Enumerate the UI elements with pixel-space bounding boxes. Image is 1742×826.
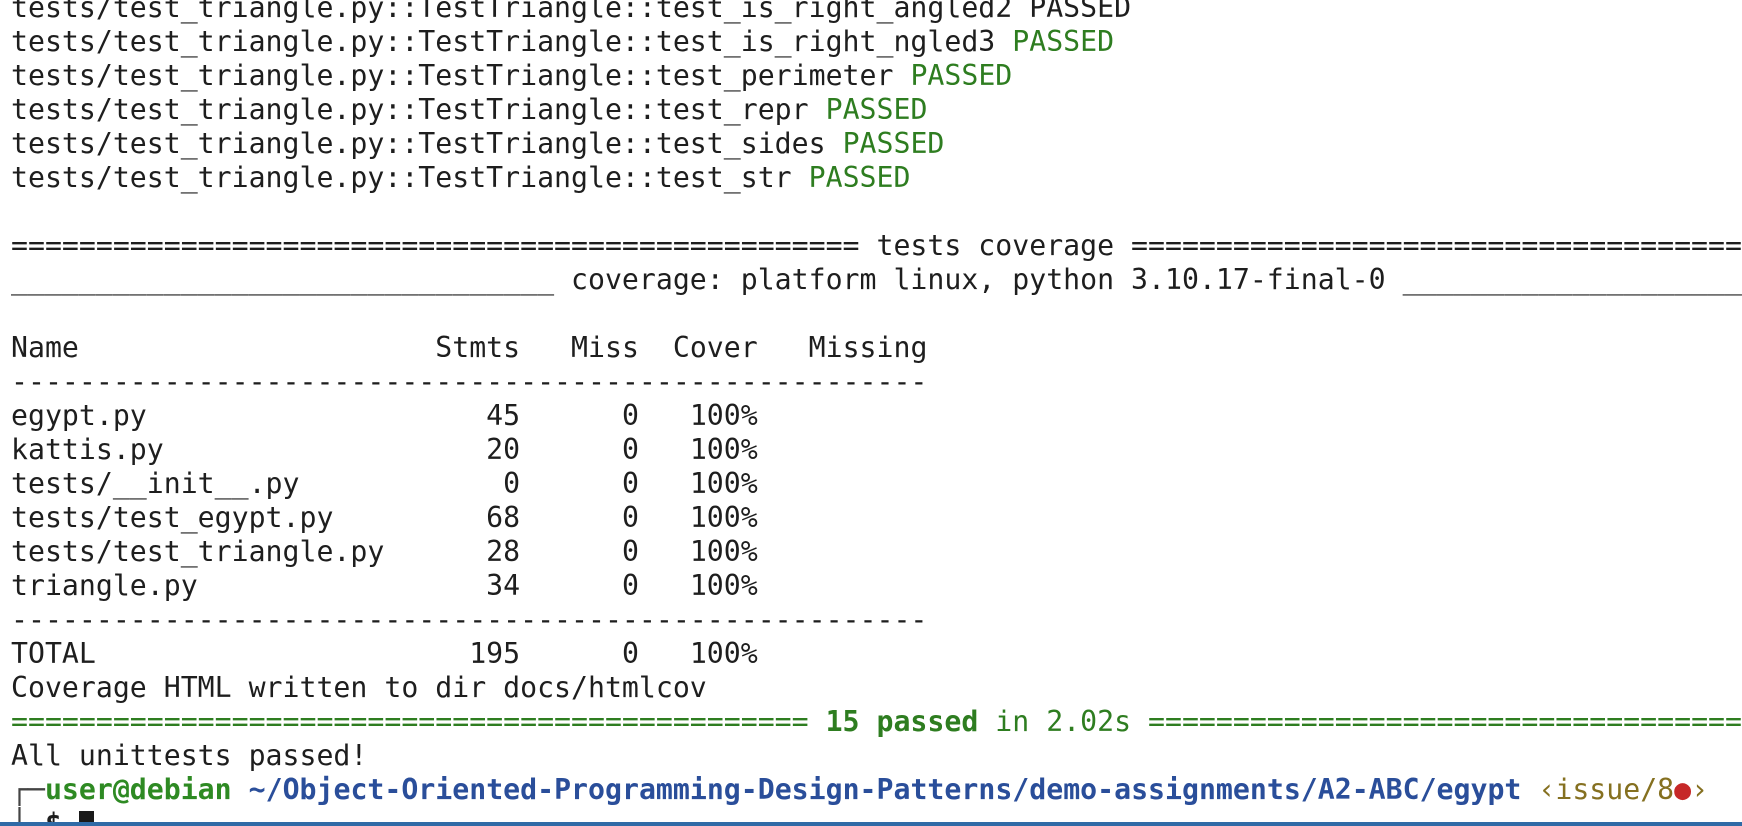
test-name: tests/test_triangle.py::TestTriangle::te… (11, 93, 809, 126)
cell-cover: 100% (638, 399, 758, 432)
cell-stmts: 45 (401, 399, 521, 432)
summary-right-rule: ========================================… (1148, 705, 1742, 738)
prompt-line: ┌─user@debian ~/Object-Oriented-Programm… (11, 773, 1742, 807)
test-status-passed: PASSED (808, 161, 911, 194)
header-cover: Cover (638, 331, 758, 364)
terminal-cursor[interactable] (78, 811, 94, 822)
prompt-input-line[interactable]: └─$ (11, 807, 1742, 822)
cell-stmts: 20 (401, 433, 521, 466)
total-cover: 100% (638, 637, 758, 670)
test-status-passed: PASSED (910, 59, 1013, 92)
summary-passed-count: 15 passed (825, 705, 979, 738)
prompt-path: ~/Object-Oriented-Programming-Design-Pat… (248, 773, 1522, 806)
test-name: tests/test_triangle.py::TestTriangle::te… (11, 59, 894, 92)
terminal-output[interactable]: tests/test_triangle.py::TestTriangle::te… (11, 0, 1742, 822)
prompt-symbol: $ (45, 807, 62, 822)
table-row: egypt.py 45 0 100% (11, 399, 1742, 433)
header-missing: Missing (757, 331, 928, 364)
test-name: tests/test_triangle.py::TestTriangle::te… (11, 161, 792, 194)
html-written-line: Coverage HTML written to dir docs/htmlco… (11, 671, 707, 704)
prompt-corner-bottom: └─ (11, 807, 45, 822)
cell-miss: 0 (520, 535, 639, 568)
total-miss: 0 (520, 637, 639, 670)
coverage-table-body: egypt.py 45 0 100% kattis.py 20 0 100% tes… (11, 399, 1742, 603)
table-separator: ----------------------------------------… (11, 603, 928, 636)
cell-name: tests/__init__.py (11, 467, 402, 500)
cell-stmts: 0 (401, 467, 521, 500)
prompt-branch: ‹issue/8 (1538, 773, 1675, 806)
cell-name: kattis.py (11, 433, 402, 466)
table-row: tests/test_triangle.py 28 0 100% (11, 535, 1742, 569)
test-results-list: tests/test_triangle.py::TestTriangle::te… (11, 25, 1742, 195)
cell-miss: 0 (520, 501, 639, 534)
table-total-row: TOTAL 195 0 100% (11, 637, 1742, 671)
test-result-line: tests/test_triangle.py::TestTriangle::te… (11, 25, 1742, 59)
all-passed-line: All unittests passed! (11, 739, 368, 772)
header-miss: Miss (520, 331, 639, 364)
summary-time: in 2.02s (978, 705, 1149, 738)
cell-stmts: 68 (401, 501, 521, 534)
partial-top-line: tests/test_triangle.py::TestTriangle::te… (11, 0, 1132, 24)
test-name: tests/test_triangle.py::TestTriangle::te… (11, 25, 996, 58)
table-row: tests/__init__.py 0 0 100% (11, 467, 1742, 501)
cell-miss: 0 (520, 433, 639, 466)
prompt-branch-close: › (1691, 773, 1709, 806)
test-status-passed: PASSED (825, 93, 928, 126)
table-row: tests/test_egypt.py 68 0 100% (11, 501, 1742, 535)
cell-name: tests/test_triangle.py (11, 535, 402, 568)
coverage-platform-line: ________________________________ coverag… (11, 263, 1742, 296)
header-name: Name (11, 331, 402, 364)
test-name: tests/test_triangle.py::TestTriangle::te… (11, 127, 826, 160)
cell-name: triangle.py (11, 569, 402, 602)
cell-cover: 100% (638, 569, 758, 602)
window-bottom-border (0, 822, 1742, 826)
test-status-passed: PASSED (1012, 25, 1115, 58)
cell-stmts: 34 (401, 569, 521, 602)
test-result-line: tests/test_triangle.py::TestTriangle::te… (11, 59, 1742, 93)
summary-line: ========================================… (11, 705, 1742, 739)
table-row: kattis.py 20 0 100% (11, 433, 1742, 467)
coverage-table-header: Name Stmts Miss Cover Missing (11, 331, 1742, 365)
cell-stmts: 28 (401, 535, 521, 568)
cell-cover: 100% (638, 467, 758, 500)
cell-miss: 0 (520, 569, 639, 602)
test-result-line: tests/test_triangle.py::TestTriangle::te… (11, 127, 1742, 161)
summary-left-rule: ========================================… (11, 705, 826, 738)
test-result-line: tests/test_triangle.py::TestTriangle::te… (11, 161, 1742, 195)
cell-cover: 100% (638, 433, 758, 466)
prompt-user-host: user@debian (44, 773, 232, 806)
git-dirty-dot-icon: ● (1674, 773, 1692, 806)
cell-cover: 100% (638, 501, 758, 534)
total-label: TOTAL (11, 637, 402, 670)
coverage-header: ========================================… (11, 229, 1742, 262)
prompt-corner-top: ┌─ (11, 773, 45, 806)
test-status-passed: PASSED (842, 127, 945, 160)
header-stmts: Stmts (401, 331, 521, 364)
total-stmts: 195 (401, 637, 521, 670)
cell-name: egypt.py (11, 399, 402, 432)
table-separator: ----------------------------------------… (11, 365, 928, 398)
table-row: triangle.py 34 0 100% (11, 569, 1742, 603)
cell-miss: 0 (520, 399, 639, 432)
cell-cover: 100% (638, 535, 758, 568)
cell-miss: 0 (520, 467, 639, 500)
test-result-line: tests/test_triangle.py::TestTriangle::te… (11, 93, 1742, 127)
cell-name: tests/test_egypt.py (11, 501, 402, 534)
